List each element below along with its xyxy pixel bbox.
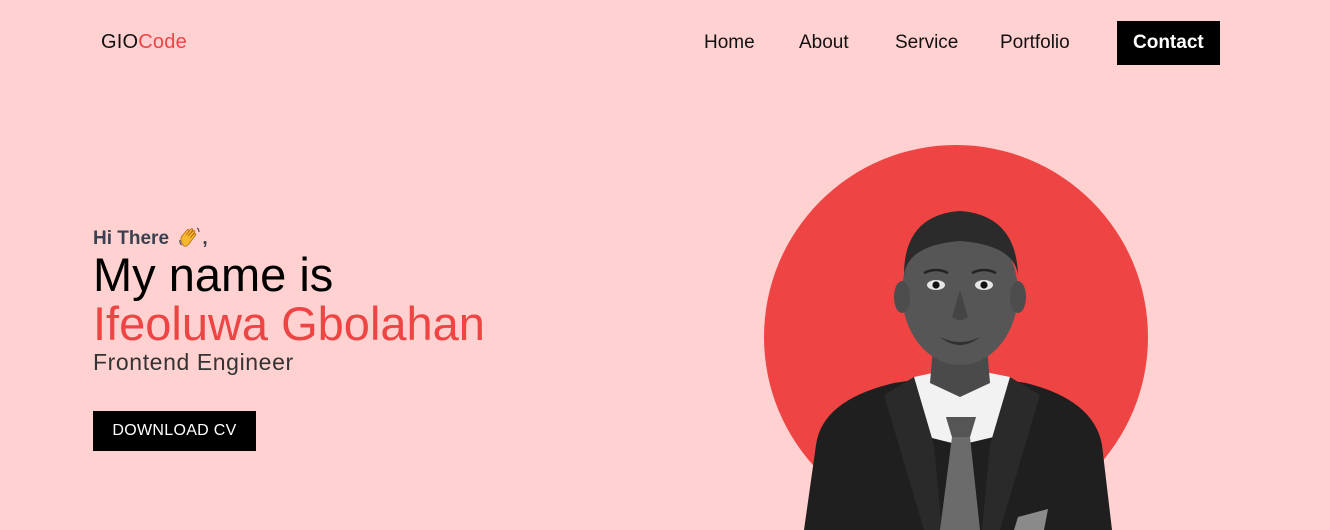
greeting: Hi There ,: [93, 226, 208, 250]
nav-portfolio[interactable]: Portfolio: [1000, 21, 1070, 65]
job-title: Frontend Engineer: [93, 349, 294, 375]
nav-service[interactable]: Service: [895, 21, 958, 65]
greeting-text: Hi There: [93, 228, 170, 249]
profile-photo: [804, 211, 1112, 530]
waving-hand-icon: [179, 227, 200, 247]
person-name: Ifeoluwa Gbolahan: [93, 297, 485, 350]
nav-contact-button[interactable]: Contact: [1117, 21, 1220, 65]
headline: My name is: [93, 248, 334, 301]
greeting-punct: ,: [202, 228, 208, 249]
main-nav: Home About Service Portfolio Contact: [0, 21, 1330, 65]
download-cv-button[interactable]: DOWNLOAD CV: [93, 411, 256, 451]
nav-about[interactable]: About: [799, 21, 849, 65]
nav-home[interactable]: Home: [704, 21, 755, 65]
hero-page: GIOCode Home About Service Portfolio Con…: [0, 0, 1330, 530]
